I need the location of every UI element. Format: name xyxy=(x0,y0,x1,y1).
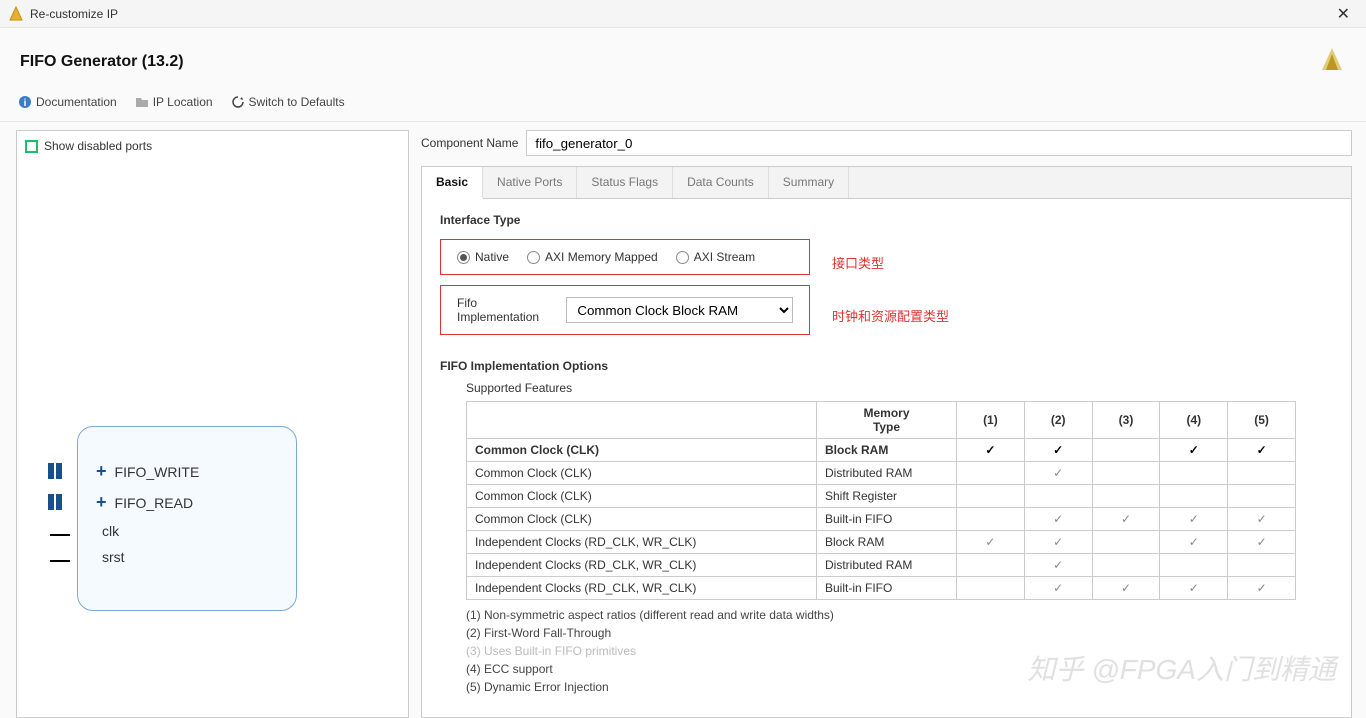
tab-data-counts[interactable]: Data Counts xyxy=(673,167,769,198)
tab-content-basic: Interface Type Native AXI Memory Mapped … xyxy=(421,198,1352,718)
svg-text:i: i xyxy=(24,98,27,109)
note-line: (3) Uses Built-in FIFO primitives xyxy=(466,644,1333,658)
annotation-interface: 接口类型 xyxy=(832,253,884,272)
port-fifo-write: +FIFO_WRITE xyxy=(96,461,278,482)
header: FIFO Generator (13.2) xyxy=(0,28,1366,89)
config-panel: Component Name Basic Native Ports Status… xyxy=(415,122,1366,718)
preview-panel: Show disabled ports +FIFO_WRITE +FIFO_RE… xyxy=(16,130,409,718)
impl-options-title: FIFO Implementation Options xyxy=(440,359,1333,373)
table-row: Independent Clocks (RD_CLK, WR_CLK)Built… xyxy=(467,577,1296,600)
note-line: (4) ECC support xyxy=(466,662,1333,676)
tab-status-flags[interactable]: Status Flags xyxy=(577,167,673,198)
fifo-impl-label: Fifo Implementation xyxy=(457,296,558,324)
ip-location-link[interactable]: IP Location xyxy=(135,95,213,109)
fifo-impl-select[interactable]: Common Clock Block RAM xyxy=(566,297,793,323)
table-row: Independent Clocks (RD_CLK, WR_CLK)Distr… xyxy=(467,554,1296,577)
window-titlebar: Re-customize IP ✕ xyxy=(0,0,1366,28)
documentation-link[interactable]: i Documentation xyxy=(18,95,117,109)
table-row: Common Clock (CLK)Distributed RAM✓ xyxy=(467,462,1296,485)
features-table: MemoryType (1) (2) (3) (4) (5) Common Cl… xyxy=(466,401,1296,600)
radio-axi-mm[interactable]: AXI Memory Mapped xyxy=(527,250,658,264)
refresh-icon xyxy=(231,95,245,109)
expand-icon[interactable]: + xyxy=(96,461,107,482)
port-srst: srst xyxy=(96,549,278,565)
table-row: Common Clock (CLK)Built-in FIFO✓✓✓✓ xyxy=(467,508,1296,531)
switch-defaults-link[interactable]: Switch to Defaults xyxy=(231,95,345,109)
show-disabled-label: Show disabled ports xyxy=(44,139,152,153)
table-row: Common Clock (CLK)Block RAM✓✓✓✓ xyxy=(467,439,1296,462)
radio-native[interactable]: Native xyxy=(457,250,509,264)
port-fifo-read: +FIFO_READ xyxy=(96,492,278,513)
folder-icon xyxy=(135,95,149,109)
app-icon xyxy=(8,6,24,22)
show-disabled-checkbox[interactable] xyxy=(25,140,38,153)
tab-basic[interactable]: Basic xyxy=(422,167,483,199)
note-line: (1) Non-symmetric aspect ratios (differe… xyxy=(466,608,1333,622)
note-line: (5) Dynamic Error Injection xyxy=(466,680,1333,694)
port-clk: clk xyxy=(96,523,278,539)
brand-icon xyxy=(1318,46,1346,77)
tab-bar: Basic Native Ports Status Flags Data Cou… xyxy=(421,166,1352,198)
table-row: Common Clock (CLK)Shift Register xyxy=(467,485,1296,508)
component-name-input[interactable] xyxy=(526,130,1352,156)
tab-native-ports[interactable]: Native Ports xyxy=(483,167,577,198)
ip-block-diagram: +FIFO_WRITE +FIFO_READ clk srst xyxy=(77,426,297,611)
toolbar: i Documentation IP Location Switch to De… xyxy=(0,89,1366,122)
expand-icon[interactable]: + xyxy=(96,492,107,513)
note-line: (2) First-Word Fall-Through xyxy=(466,626,1333,640)
th-memory-type: MemoryType xyxy=(817,402,957,439)
component-name-label: Component Name xyxy=(421,136,518,150)
interface-type-group: Native AXI Memory Mapped AXI Stream xyxy=(440,239,810,275)
feature-notes: (1) Non-symmetric aspect ratios (differe… xyxy=(466,608,1333,694)
fifo-impl-group: Fifo Implementation Common Clock Block R… xyxy=(440,285,810,335)
radio-axi-stream[interactable]: AXI Stream xyxy=(676,250,755,264)
info-icon: i xyxy=(18,95,32,109)
tab-summary[interactable]: Summary xyxy=(769,167,849,198)
page-title: FIFO Generator (13.2) xyxy=(20,53,184,71)
annotation-impl: 时钟和资源配置类型 xyxy=(832,306,949,325)
window-title: Re-customize IP xyxy=(30,7,118,21)
supported-features-label: Supported Features xyxy=(466,381,1333,395)
close-icon[interactable]: ✕ xyxy=(1329,4,1358,24)
table-row: Independent Clocks (RD_CLK, WR_CLK)Block… xyxy=(467,531,1296,554)
interface-type-title: Interface Type xyxy=(440,213,1333,227)
